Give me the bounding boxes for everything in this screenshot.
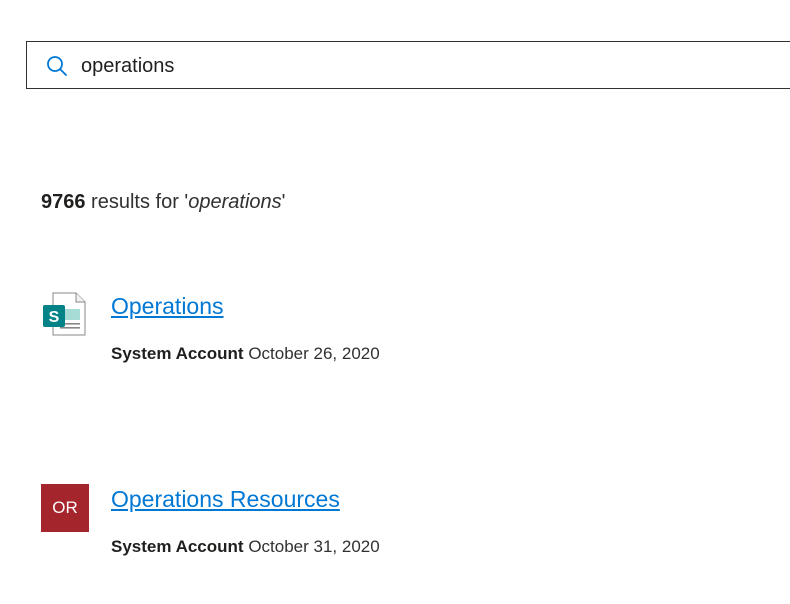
- result-meta: System Account October 31, 2020: [111, 537, 380, 557]
- result-count-text-after: ': [281, 191, 286, 213]
- result-count-number: 9766: [41, 191, 86, 213]
- sharepoint-page-icon: S: [43, 292, 86, 336]
- result-date: October 31, 2020: [248, 537, 380, 556]
- svg-text:S: S: [49, 309, 60, 326]
- search-results-page: 9766 results for 'operations' S Operatio…: [0, 0, 790, 604]
- search-box[interactable]: [26, 41, 790, 89]
- result-meta: System Account October 26, 2020: [111, 344, 380, 364]
- result-author: System Account: [111, 344, 244, 363]
- site-initials-tile: OR: [41, 484, 89, 532]
- result-title-link[interactable]: Operations: [111, 293, 224, 320]
- result-author: System Account: [111, 537, 244, 556]
- result-count: 9766 results for 'operations': [41, 191, 285, 214]
- result-date: October 26, 2020: [248, 344, 380, 363]
- result-count-text-before: results for ': [85, 191, 189, 213]
- search-input[interactable]: [81, 50, 681, 82]
- search-icon[interactable]: [45, 54, 69, 78]
- result-count-query: operations: [188, 191, 282, 213]
- result-title-link[interactable]: Operations Resources: [111, 486, 340, 513]
